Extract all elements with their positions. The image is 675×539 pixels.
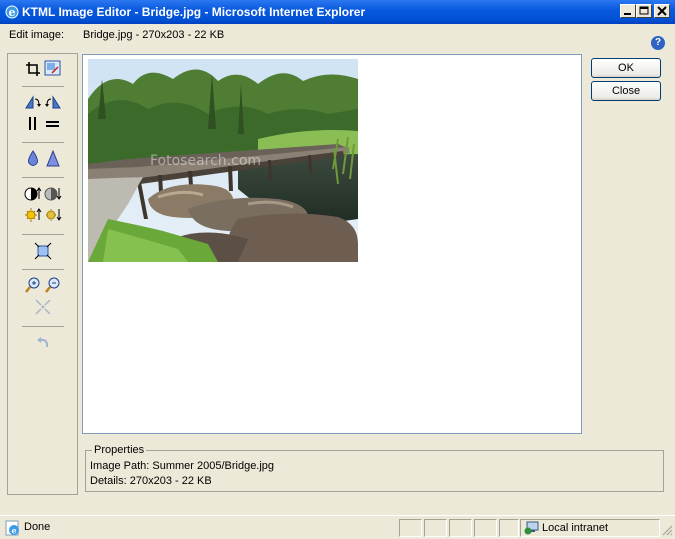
close-window-button[interactable] — [654, 4, 670, 18]
properties-group: Properties Image Path: Summer 2005/Bridg… — [85, 444, 664, 492]
actual-size-icon — [35, 299, 51, 315]
help-icon[interactable]: ? — [651, 36, 665, 50]
svg-text:e: e — [11, 526, 16, 536]
zone-text: Local intranet — [542, 522, 609, 534]
separator — [22, 177, 64, 178]
close-icon — [657, 6, 667, 16]
contrast-down-button[interactable] — [44, 185, 62, 203]
brightness-up-button[interactable] — [24, 206, 42, 224]
zoom-in-button[interactable] — [24, 276, 42, 294]
separator — [22, 142, 64, 143]
status-cell — [424, 519, 447, 537]
separator — [22, 326, 64, 327]
ie-page-icon: e — [5, 520, 19, 536]
separator — [22, 234, 64, 235]
rotate-left-button[interactable] — [24, 93, 42, 111]
actual-size-button[interactable] — [34, 298, 52, 316]
image-details: Details: 270x203 - 22 KB — [90, 475, 212, 487]
flip-vertical-icon — [29, 117, 36, 130]
close-button[interactable]: Close — [591, 81, 661, 101]
flip-horizontal-button[interactable] — [44, 115, 62, 133]
file-info: Bridge.jpg - 270x203 - 22 KB — [83, 29, 225, 41]
ok-button[interactable]: OK — [591, 58, 661, 78]
flip-vertical-button[interactable] — [24, 115, 42, 133]
fit-to-window-icon — [34, 242, 52, 260]
status-cell — [399, 519, 422, 537]
rotate-right-button[interactable] — [44, 93, 62, 111]
undo-button[interactable] — [34, 334, 52, 352]
tool-panel — [7, 53, 78, 495]
separator — [22, 269, 64, 270]
local-intranet-icon — [524, 521, 539, 535]
bridge-photo: Fotosearch.com — [88, 59, 358, 262]
sharpen-icon — [46, 150, 60, 167]
flip-horizontal-icon — [46, 121, 59, 127]
status-cell — [499, 519, 519, 537]
brightness-down-icon — [46, 209, 62, 221]
sharpen-button[interactable] — [44, 150, 62, 168]
crop-button[interactable] — [24, 60, 42, 78]
maximize-icon — [639, 6, 649, 15]
undo-icon — [37, 337, 49, 348]
resize-icon — [44, 60, 61, 76]
status-text: Done — [24, 521, 51, 533]
contrast-up-button[interactable] — [24, 185, 42, 203]
zoom-out-icon — [45, 277, 60, 293]
edit-image-label: Edit image: — [9, 29, 65, 41]
brightness-down-button[interactable] — [44, 206, 62, 224]
resize-button[interactable] — [44, 60, 62, 78]
resize-grip-icon[interactable] — [661, 524, 673, 536]
rotate-left-icon — [25, 95, 41, 109]
zone-cell: Local intranet — [520, 519, 660, 537]
zoom-out-button[interactable] — [44, 276, 62, 294]
title-bar: e KTML Image Editor - Bridge.jpg - Micro… — [0, 0, 675, 24]
blur-button[interactable] — [24, 150, 42, 168]
ie-icon: e — [5, 5, 19, 19]
crop-icon — [26, 62, 40, 76]
image-canvas[interactable]: Fotosearch.com — [82, 54, 582, 434]
watermark-text: Fotosearch.com — [150, 153, 261, 169]
contrast-down-icon — [44, 187, 62, 201]
minimize-button[interactable] — [620, 4, 636, 18]
window-title: KTML Image Editor - Bridge.jpg - Microso… — [22, 5, 366, 19]
fit-to-window-button[interactable] — [34, 242, 52, 260]
zoom-in-icon — [25, 277, 40, 293]
maximize-button[interactable] — [636, 4, 652, 18]
brightness-up-icon — [25, 208, 42, 222]
status-cell — [474, 519, 497, 537]
svg-text:e: e — [9, 6, 16, 19]
blur-icon — [28, 150, 38, 166]
status-bar: e Done Local intranet — [0, 515, 675, 539]
status-cell — [449, 519, 472, 537]
properties-legend: Properties — [92, 444, 147, 456]
separator — [22, 86, 64, 87]
minimize-icon — [624, 13, 631, 15]
rotate-right-icon — [45, 95, 61, 109]
image-path: Image Path: Summer 2005/Bridge.jpg — [90, 460, 275, 472]
contrast-up-icon — [24, 187, 42, 201]
